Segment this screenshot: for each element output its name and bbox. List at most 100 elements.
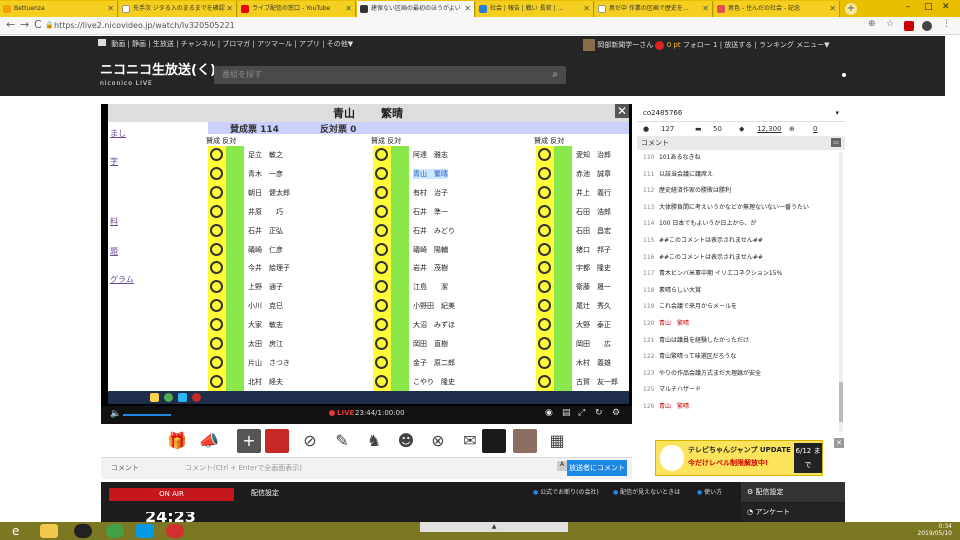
- item-icon[interactable]: ⊘: [298, 429, 322, 453]
- forward-icon[interactable]: →: [20, 18, 29, 31]
- item-thumbnail[interactable]: [265, 429, 289, 453]
- command-icon[interactable]: A: [557, 461, 567, 471]
- settings-gear-icon[interactable]: ⚙: [612, 408, 620, 418]
- minimize-icon[interactable]: –: [906, 2, 911, 12]
- eye-icon[interactable]: ◉: [545, 408, 553, 418]
- program-search-input[interactable]: 番組を探す ⌕: [214, 66, 566, 84]
- comment-row[interactable]: 117 青木ビンバ米軍中期 イリエコネクション15%: [637, 266, 845, 283]
- help-link-not-visible[interactable]: ● 配信が見えないときは: [613, 487, 680, 496]
- reload-icon[interactable]: C: [34, 18, 42, 31]
- menu-link[interactable]: メニュー▼: [796, 41, 829, 49]
- comment-input[interactable]: コメント(Ctrl + Enterで全画面表示): [185, 463, 302, 473]
- comment-row[interactable]: 116 ##このコメントは表示されません##: [637, 250, 845, 267]
- star-icon[interactable]: ☆: [886, 19, 894, 29]
- comment-row[interactable]: 112 歴史経済作家の勝敗は勝利: [637, 183, 845, 200]
- qr-code-icon[interactable]: ▦: [545, 429, 569, 453]
- comment-row[interactable]: 121 青山は議員を経験したかっただけ: [637, 333, 845, 350]
- browser-tab[interactable]: 男色 - 住んだの社会 - 記念 ✕: [714, 1, 840, 17]
- ranking-link[interactable]: ランキング: [759, 41, 794, 49]
- close-ad-icon[interactable]: ✕: [834, 438, 844, 448]
- browser-menu-icon[interactable]: ⋮: [942, 19, 951, 29]
- reload-stream-icon[interactable]: ↻: [595, 408, 603, 418]
- nav-item-video[interactable]: 動画: [111, 40, 125, 48]
- close-tab-icon[interactable]: ✕: [226, 1, 233, 17]
- browser-tab[interactable]: 先手次 ジタる入のまるまでを確認 ✕: [119, 1, 237, 17]
- close-tab-icon[interactable]: ✕: [583, 1, 590, 17]
- volume-slider[interactable]: [123, 414, 171, 416]
- close-tab-icon[interactable]: ✕: [464, 1, 471, 17]
- points-label[interactable]: 0 pt: [667, 41, 681, 49]
- ad-banner[interactable]: テレビちゃんジャンプ UPDATE 今だけレベル制限解放中! 6/12 まで: [655, 440, 823, 476]
- browser-tab-active[interactable]: 建保ない区画の最初のほうがよい ✕: [357, 1, 475, 17]
- browser-tab[interactable]: 社会 | 報告 | 戦い 長官 | ... ✕: [476, 1, 594, 17]
- item-icon[interactable]: ✉: [458, 429, 482, 453]
- browser-tab[interactable]: ライブ配信の窓口 - YouTube ✕: [238, 1, 356, 17]
- user-name[interactable]: 岡部新聞学一さん: [597, 41, 653, 49]
- item-thumbnail[interactable]: [513, 429, 537, 453]
- comment-row[interactable]: 122 青山繁晴って味選区だろうな: [637, 349, 845, 366]
- comment-row[interactable]: 126 青山 繁晴: [637, 399, 845, 416]
- volume-icon[interactable]: 🔈: [110, 409, 121, 419]
- comment-menu-icon[interactable]: ▭: [831, 138, 841, 147]
- nav-item-blomaga[interactable]: ブロマガ: [222, 40, 250, 48]
- comment-row[interactable]: 123 やりの作品会議方式まだ大理論が安全: [637, 366, 845, 383]
- zoom-icon[interactable]: ⊕: [868, 19, 876, 29]
- back-icon[interactable]: ←: [6, 18, 15, 31]
- add-item-button[interactable]: +: [237, 429, 261, 453]
- app-icon[interactable]: [166, 524, 184, 538]
- niconico-live-logo[interactable]: ニコニコ生放送(く) niconico LIVE: [100, 64, 216, 90]
- item-icon[interactable]: ⊗: [426, 429, 450, 453]
- item-thumbnail[interactable]: [482, 429, 506, 453]
- obs-icon[interactable]: [74, 524, 92, 538]
- close-video-icon[interactable]: ✕: [615, 104, 629, 118]
- extension-icon[interactable]: [904, 21, 914, 31]
- comment-row[interactable]: 113 大体勝負間に考えいうかなどか無理ないない一番うたい: [637, 200, 845, 217]
- windows-start-icon[interactable]: e: [12, 524, 19, 538]
- nav-item-other[interactable]: その他▼: [327, 40, 353, 48]
- close-window-icon[interactable]: ✕: [942, 2, 950, 12]
- comment-toggle-icon[interactable]: ▤: [562, 408, 571, 418]
- close-tab-icon[interactable]: ✕: [702, 1, 709, 17]
- comment-scrollbar[interactable]: [839, 152, 843, 432]
- new-tab-button[interactable]: +: [845, 3, 857, 15]
- comment-row[interactable]: 118 素晴らしい大賞: [637, 283, 845, 300]
- gift-icon[interactable]: 🎁: [165, 429, 189, 453]
- party-popper-icon[interactable]: 📣: [197, 429, 221, 453]
- nav-item-app[interactable]: アプリ: [299, 40, 320, 48]
- browser-tab[interactable]: 男だ中 作業の区画で歴史を... ✕: [595, 1, 713, 17]
- nav-item-channel[interactable]: チャンネル: [181, 40, 216, 48]
- broadcast-settings-button[interactable]: ⚙ 配信設定: [741, 482, 845, 502]
- send-comment-button[interactable]: 放送者にコメント: [567, 460, 627, 476]
- questionnaire-button[interactable]: ◔ アンケート: [741, 503, 845, 522]
- comment-row[interactable]: 125 マルチハザード: [637, 382, 845, 399]
- comment-row[interactable]: 110 101あるなきね: [637, 150, 845, 167]
- chrome-icon[interactable]: [106, 524, 124, 538]
- comment-row[interactable]: 115 ##このコメントは表示されません##: [637, 233, 845, 250]
- file-explorer-icon[interactable]: [40, 524, 58, 538]
- help-link-official[interactable]: ● 公式でお断り(の会社): [533, 487, 599, 496]
- scrollbar-track[interactable]: [945, 36, 960, 522]
- comment-row[interactable]: 119 これ会議で来月からメールを: [637, 299, 845, 316]
- nav-item-seiga[interactable]: 静画: [132, 40, 146, 48]
- comment-row[interactable]: 114 100 日本でもよいうか日上から、が: [637, 216, 845, 233]
- search-icon[interactable]: ⌕: [552, 66, 558, 84]
- item-icon[interactable]: ♞: [362, 429, 386, 453]
- maximize-icon[interactable]: □: [924, 2, 933, 12]
- fullscreen-icon[interactable]: ⤢: [578, 408, 585, 418]
- profile-icon[interactable]: [922, 21, 932, 31]
- comment-row[interactable]: 120 青山 繁晴: [637, 316, 845, 333]
- item-icon[interactable]: ✎: [330, 429, 354, 453]
- close-tab-icon[interactable]: ✕: [345, 1, 352, 17]
- notification-icon[interactable]: [655, 40, 665, 50]
- avatar[interactable]: [583, 39, 595, 51]
- browser-tab[interactable]: Bettuenza ✕: [0, 1, 118, 17]
- video-player[interactable]: 青山 繁晴 ✕ 賛成票 114 反対票 0 賛成 反対 賛成 反対 賛成 反対 まし字…: [101, 104, 632, 424]
- url-field[interactable]: https://live2.nicovideo.jp/watch/lv32050…: [54, 18, 235, 33]
- nav-item-atsumaru[interactable]: アツマール: [257, 40, 292, 48]
- item-icon[interactable]: ☻: [394, 429, 418, 453]
- nav-item-live[interactable]: 生放送: [153, 40, 174, 48]
- broadcast-link[interactable]: 放送する: [724, 41, 752, 49]
- community-select[interactable]: co2485766 ▾: [637, 104, 845, 122]
- skype-icon[interactable]: [136, 524, 154, 538]
- comment-row[interactable]: 111 以該当会議に議席え: [637, 167, 845, 184]
